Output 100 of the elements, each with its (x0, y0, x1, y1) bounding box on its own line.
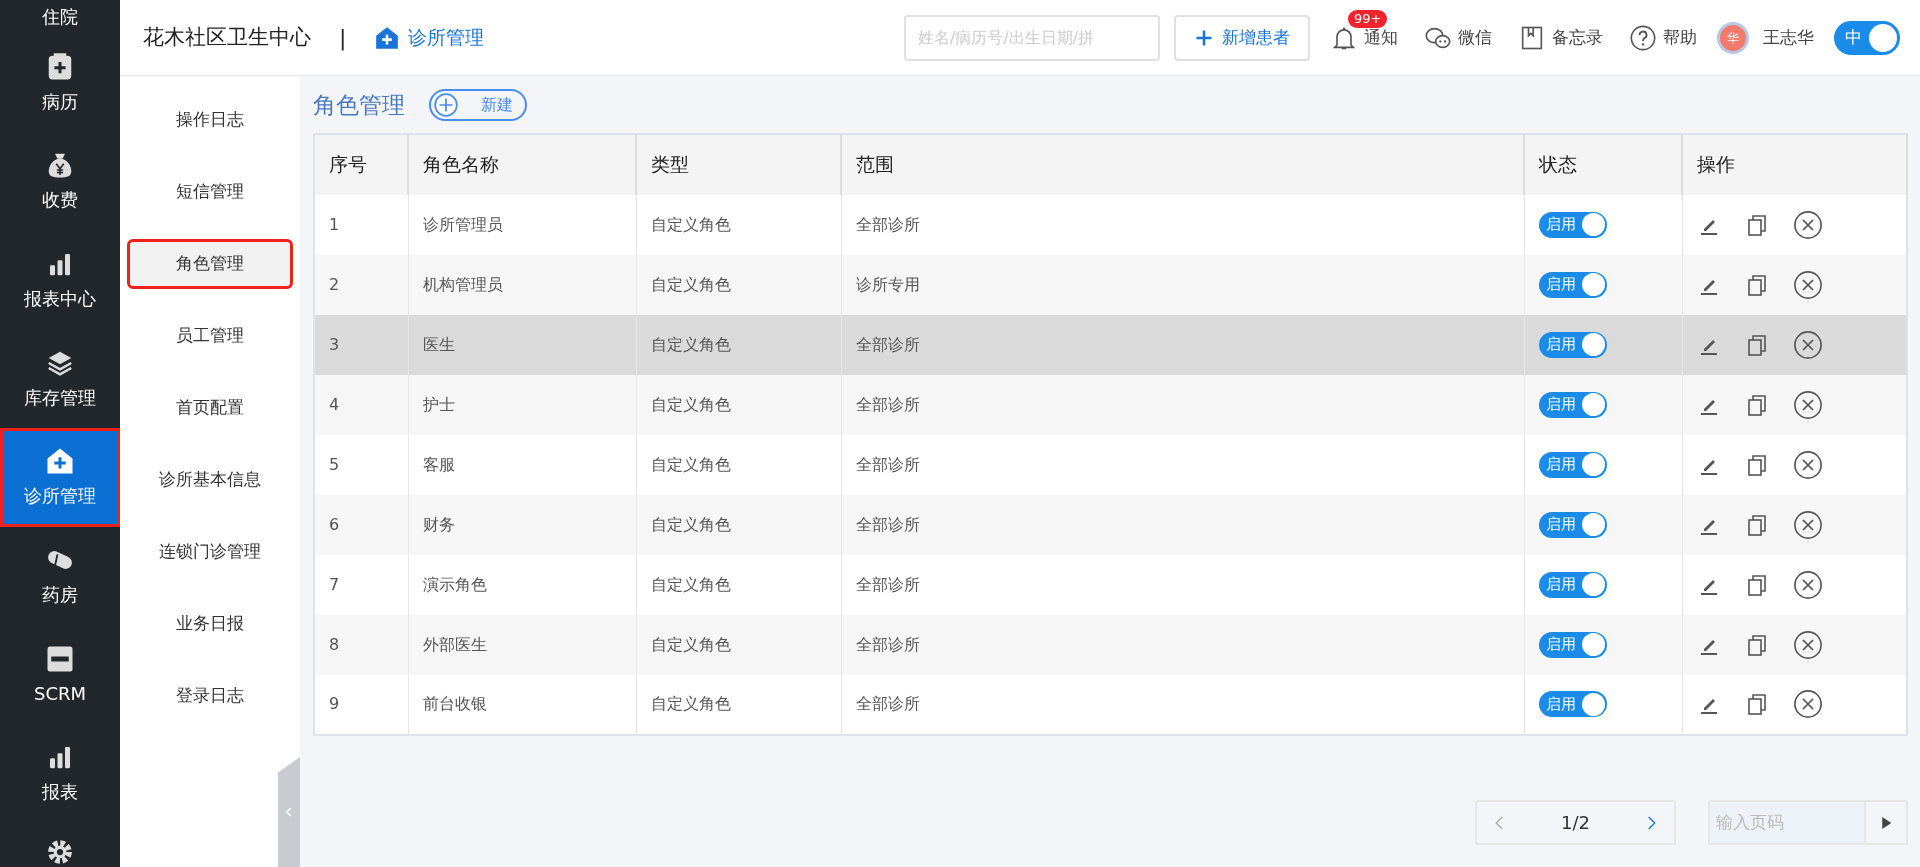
table-cell: 自定义角色 (636, 374, 841, 435)
org-name: 花木社区卫生中心 (143, 23, 311, 51)
delete-button[interactable] (1792, 209, 1823, 240)
page-title: 角色管理 (313, 91, 405, 120)
count-badge: 99+ (1348, 9, 1388, 28)
submenu-item[interactable]: 连锁门诊管理 (120, 516, 300, 588)
table-cell: 2 (314, 254, 408, 315)
column-header: 类型 (636, 133, 841, 195)
table-cell: 7 (314, 554, 408, 615)
close-circle-icon (1792, 269, 1823, 300)
module-name: 诊所管理 (408, 25, 485, 51)
new-patient-button[interactable]: 新增患者 (1174, 14, 1310, 61)
table-cell: 诊所专用 (841, 254, 1524, 315)
status-toggle[interactable]: 启用 (1538, 271, 1607, 298)
close-circle-icon (1792, 569, 1823, 600)
nav-item[interactable]: 库存管理 (0, 329, 120, 429)
table-cell: 4 (314, 374, 408, 435)
submenu-item[interactable]: 登录日志 (120, 660, 300, 732)
submenu-item[interactable]: 角色管理 (130, 242, 290, 286)
house-plus-icon (45, 446, 75, 477)
table-cell: 自定义角色 (636, 194, 841, 255)
table-cell: 自定义角色 (636, 674, 841, 735)
table-cell: 全部诊所 (841, 314, 1524, 375)
table-cell: 1 (314, 194, 408, 255)
nav-item[interactable]: 收费 (0, 132, 120, 232)
table-cell: 自定义角色 (636, 434, 841, 495)
column-header: 状态 (1524, 133, 1682, 195)
separator: | (339, 24, 347, 53)
language-toggle[interactable]: 中 (1834, 20, 1900, 55)
status-toggle[interactable]: 启用 (1538, 391, 1607, 418)
delete-button[interactable] (1792, 269, 1823, 300)
nav-item[interactable]: 病历 (0, 33, 120, 133)
nav-item[interactable]: 住院 (0, 0, 120, 34)
status-toggle[interactable]: 启用 (1538, 571, 1607, 598)
delete-button[interactable] (1792, 509, 1823, 540)
memo-button[interactable]: 备忘录 (1512, 23, 1609, 52)
wechat-button[interactable]: 微信 (1418, 23, 1498, 52)
table-cell: 自定义角色 (636, 614, 841, 675)
status-toggle[interactable]: 启用 (1538, 331, 1607, 358)
delete-button[interactable] (1792, 689, 1823, 719)
table-cell: 9 (314, 674, 408, 735)
close-circle-icon (1792, 629, 1823, 660)
status-toggle[interactable]: 启用 (1538, 451, 1607, 478)
nav-item[interactable]: 药房 (0, 527, 120, 626)
user-name: 王志华 (1762, 25, 1815, 49)
close-circle-icon (1792, 449, 1823, 480)
table-cell: 6 (314, 494, 408, 555)
column-header: 角色名称 (408, 133, 636, 195)
status-toggle[interactable]: 启用 (1538, 511, 1607, 538)
submenu-item[interactable]: 业务日报 (120, 588, 300, 660)
delete-button[interactable] (1792, 569, 1823, 600)
submenu-item[interactable]: 短信管理 (120, 156, 300, 228)
status-toggle[interactable]: 启用 (1538, 631, 1607, 658)
table-cell: 5 (314, 434, 408, 495)
plus-circle-icon (433, 92, 459, 119)
table-cell: 前台收银 (408, 674, 636, 735)
status-toggle[interactable]: 启用 (1538, 211, 1607, 238)
submenu-item[interactable]: 首页配置 (120, 372, 300, 444)
table-cell: 全部诊所 (841, 494, 1524, 555)
column-header: 操作 (1682, 133, 1907, 195)
nav-item[interactable]: SCRM (0, 625, 120, 725)
table-cell: 8 (314, 614, 408, 675)
table-cell: 全部诊所 (841, 194, 1524, 255)
table-cell: 诊所管理员 (408, 194, 636, 255)
close-circle-icon (1792, 509, 1823, 540)
table-cell: 全部诊所 (841, 374, 1524, 435)
close-circle-icon (1792, 689, 1823, 719)
submenu-item[interactable]: 诊所基本信息 (120, 444, 300, 516)
column-header: 序号 (314, 133, 408, 195)
table-cell: 医生 (408, 314, 636, 375)
table-cell: 机构管理员 (408, 254, 636, 315)
delete-button[interactable] (1792, 329, 1823, 360)
nav-item[interactable]: 报表中心 (0, 231, 120, 330)
delete-button[interactable] (1792, 389, 1823, 420)
help-button[interactable]: 帮助 (1623, 23, 1703, 52)
table-cell: 自定义角色 (636, 494, 841, 555)
settings-icon[interactable] (45, 837, 75, 867)
submenu-item[interactable]: 员工管理 (120, 300, 300, 372)
status-toggle[interactable]: 启用 (1538, 691, 1607, 717)
delete-button[interactable] (1792, 449, 1823, 480)
nav-item[interactable]: 报表 (0, 724, 120, 823)
table-cell: 全部诊所 (841, 434, 1524, 495)
close-circle-icon (1792, 389, 1823, 420)
table-cell: 自定义角色 (636, 254, 841, 315)
column-header: 范围 (841, 133, 1524, 195)
delete-button[interactable] (1792, 629, 1823, 660)
table-cell: 全部诊所 (841, 674, 1524, 735)
table-cell: 外部医生 (408, 614, 636, 675)
table-cell: 3 (314, 314, 408, 375)
nav-item[interactable]: 诊所管理 (0, 428, 120, 528)
submenu-item[interactable]: 操作日志 (120, 84, 300, 156)
table-cell: 客服 (408, 434, 636, 495)
table-cell: 演示角色 (408, 554, 636, 615)
close-circle-icon (1792, 209, 1823, 240)
table-cell: 全部诊所 (841, 554, 1524, 615)
close-circle-icon (1792, 329, 1823, 360)
table-cell: 全部诊所 (841, 614, 1524, 675)
help-icon (1629, 23, 1657, 52)
table-cell: 财务 (408, 494, 636, 555)
table-cell: 自定义角色 (636, 314, 841, 375)
